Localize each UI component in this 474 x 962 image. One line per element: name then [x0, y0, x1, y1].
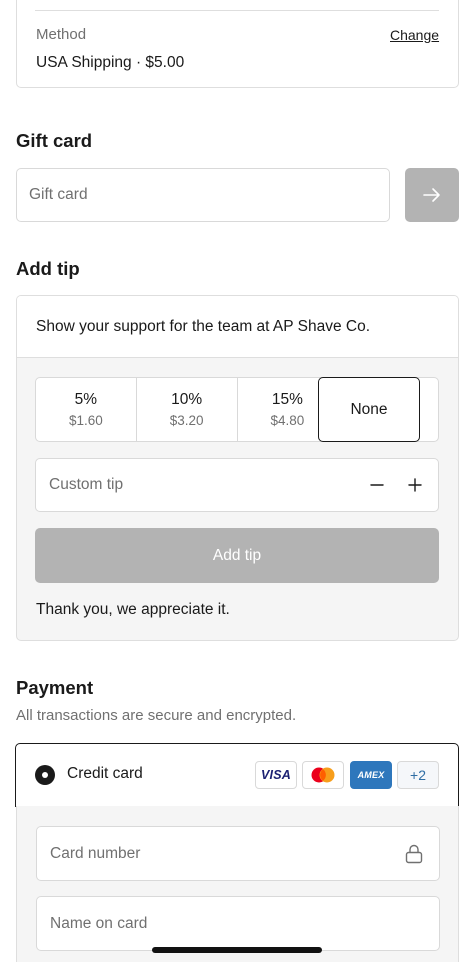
add-tip-button[interactable]: Add tip — [35, 528, 439, 583]
minus-icon — [370, 484, 384, 486]
more-card-brands-badge[interactable]: +2 — [397, 761, 439, 789]
mastercard-icon — [302, 761, 344, 789]
card-number-field — [36, 826, 440, 881]
add-tip-heading: Add tip — [16, 258, 80, 279]
shipping-method-label: Method — [36, 26, 87, 43]
custom-tip-field — [35, 458, 439, 512]
lock-icon — [405, 844, 423, 864]
tip-percent: 10% — [171, 391, 203, 408]
home-indicator — [152, 947, 322, 953]
divider — [35, 10, 439, 11]
tip-thanks-text: Thank you, we appreciate it. — [36, 601, 230, 618]
tip-option-none[interactable]: None — [318, 377, 420, 442]
tip-option-10[interactable]: 10% $3.20 — [137, 378, 238, 441]
custom-tip-input[interactable] — [36, 459, 336, 511]
tip-amount: $1.60 — [68, 413, 103, 428]
tip-card: Show your support for the team at AP Sha… — [16, 295, 459, 641]
shipping-method-card — [16, 0, 459, 88]
gift-card-input[interactable] — [16, 168, 390, 222]
tip-header: Show your support for the team at AP Sha… — [17, 296, 458, 358]
shipping-method-value: USA Shipping · $5.00 — [36, 54, 185, 71]
amex-icon: AMEX — [350, 761, 392, 789]
plus-icon — [408, 478, 422, 492]
decrease-tip-button[interactable] — [366, 474, 388, 496]
apply-gift-card-button[interactable] — [405, 168, 459, 222]
card-details-panel — [16, 806, 459, 962]
card-number-input[interactable] — [37, 827, 439, 880]
name-on-card-input[interactable] — [37, 897, 439, 950]
payment-heading: Payment — [16, 677, 94, 698]
visa-icon: VISA — [255, 761, 297, 789]
tip-percent: 5% — [74, 391, 98, 408]
credit-card-option[interactable]: Credit card VISA AMEX +2 — [15, 743, 459, 807]
gift-card-heading: Gift card — [16, 130, 93, 151]
tip-option-5[interactable]: 5% $1.60 — [36, 378, 137, 441]
radio-selected-icon[interactable] — [35, 765, 55, 785]
arrow-right-icon — [423, 188, 440, 202]
increase-tip-button[interactable] — [404, 474, 426, 496]
tip-percent: 15% — [271, 391, 303, 408]
tip-support-text: Show your support for the team at AP Sha… — [36, 318, 371, 335]
tip-amount: $4.80 — [270, 413, 305, 428]
payment-subtitle: All transactions are secure and encrypte… — [16, 707, 297, 724]
credit-card-label: Credit card — [67, 765, 143, 782]
tip-amount: $3.20 — [169, 413, 204, 428]
change-shipping-link[interactable]: Change — [390, 27, 439, 43]
name-on-card-field — [36, 896, 440, 951]
